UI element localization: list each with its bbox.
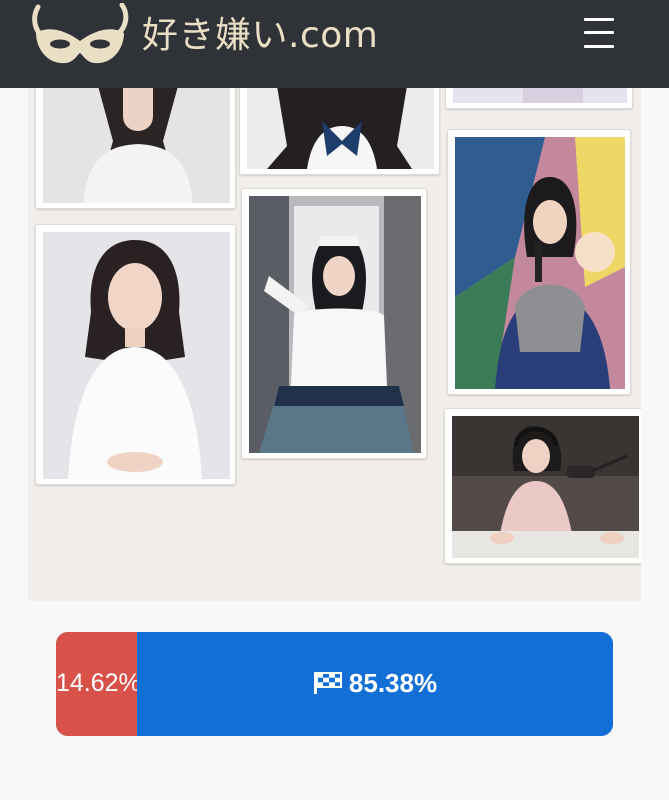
portrait-photo	[43, 232, 230, 479]
photo-tile[interactable]	[445, 88, 633, 109]
checkered-flag-icon	[313, 672, 342, 694]
like-segment[interactable]: 85.38%	[137, 632, 613, 736]
photo-tile[interactable]	[239, 88, 440, 175]
dislike-segment[interactable]: 14.62%	[56, 632, 137, 736]
photo-tile[interactable]	[35, 224, 236, 485]
vote-result-bar: 14.62% 85.38%	[56, 632, 613, 736]
site-logo-text[interactable]: 好き嫌い.com	[142, 14, 378, 58]
site-header: 好き嫌い.com	[0, 0, 669, 88]
portrait-photo	[453, 88, 627, 103]
like-percentage: 85.38%	[348, 668, 438, 698]
photo-gallery	[28, 88, 641, 601]
dislike-percentage: 14.62%	[56, 669, 137, 697]
photo-tile[interactable]	[447, 129, 631, 395]
portrait-photo	[247, 88, 434, 169]
portrait-photo	[43, 88, 230, 203]
studio-photo	[452, 416, 639, 558]
costume-photo	[249, 196, 421, 453]
photo-tile[interactable]	[241, 188, 427, 459]
photo-tile[interactable]	[35, 88, 236, 209]
hamburger-menu-icon[interactable]	[584, 17, 614, 49]
photo-tile[interactable]	[444, 408, 641, 564]
masquerade-mask-icon[interactable]	[30, 3, 130, 67]
event-photo	[455, 137, 625, 389]
